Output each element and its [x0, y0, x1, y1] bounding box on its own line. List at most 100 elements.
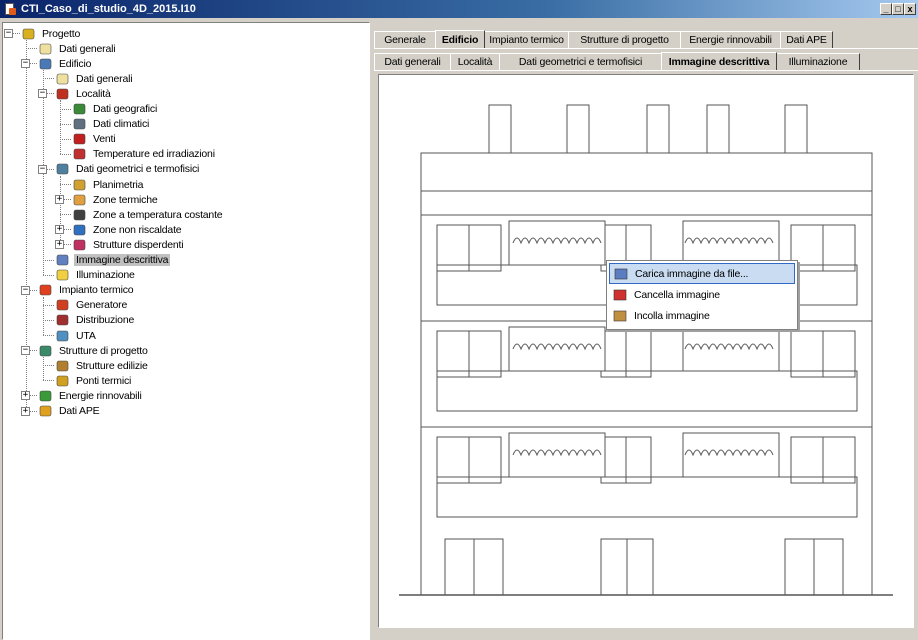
bridge-icon	[55, 374, 71, 388]
tree-item-label: Zone non riscaldate	[93, 223, 182, 236]
generator-icon	[55, 298, 71, 312]
tree-item-label: Illuminazione	[76, 269, 135, 282]
tree-item-temperature[interactable]: Temperature ed irradiazioni	[72, 147, 217, 162]
tree-item-label: Località	[76, 87, 111, 100]
facade-top-band	[420, 152, 873, 192]
tree-item-progetto[interactable]: Progetto	[21, 26, 82, 41]
tree-item-uta[interactable]: UTA	[55, 328, 98, 343]
tree-item-impianto-termico[interactable]: Impianto termico	[38, 283, 135, 298]
fan-icon	[55, 329, 71, 343]
tree-item-label: Strutture di progetto	[59, 344, 148, 357]
tree-item-localita[interactable]: Località	[55, 86, 113, 101]
tab-illuminazione[interactable]: Illuminazione	[776, 53, 860, 70]
tab-dati-geometrici-e-termofisici[interactable]: Dati geometrici e termofisici	[499, 53, 662, 70]
tab-impianto-termico[interactable]: Impianto termico	[484, 31, 569, 48]
snowflake-icon	[72, 223, 88, 237]
tree-expander[interactable]: +	[21, 391, 30, 401]
tree-expander[interactable]: −	[21, 59, 30, 69]
image-context-menu: Carica immagine da file... Cancella immag…	[606, 260, 798, 330]
tree-expander[interactable]: −	[21, 346, 30, 356]
tree-item-label: Temperature ed irradiazioni	[93, 148, 215, 161]
menu-item-delete-image[interactable]: Cancella immagine	[609, 284, 795, 305]
tree-item-label: Progetto	[42, 27, 81, 40]
tree-item-generatore[interactable]: Generatore	[55, 298, 129, 313]
gear-icon	[21, 27, 37, 41]
tree-expander[interactable]: −	[38, 89, 47, 99]
tree-item-dati-geometrici[interactable]: Dati geometrici e termofisici	[55, 162, 201, 177]
tree-item-label: UTA	[76, 329, 96, 342]
menu-item-load-image[interactable]: Carica immagine da file...	[609, 263, 795, 284]
tree-item-zone-temp-costante[interactable]: Zone a temperatura costante	[72, 207, 224, 222]
tree-item-planimetria[interactable]: Planimetria	[72, 177, 145, 192]
menu-item-label: Incolla immagine	[634, 309, 710, 322]
tree-item-dati-ape[interactable]: Dati APE	[38, 404, 101, 419]
tree-expander[interactable]: +	[55, 225, 64, 235]
tree-item-venti[interactable]: Venti	[72, 132, 117, 147]
tree-item-dati-climatici[interactable]: Dati climatici	[72, 117, 151, 132]
tree-item-dati-geografici[interactable]: Dati geografici	[72, 102, 159, 117]
minimize-button[interactable]: _	[880, 3, 892, 15]
tree-item-dati-generali-prog[interactable]: Dati generali	[38, 41, 117, 56]
window-title: CTI_Caso_di_studio_4D_2015.I10	[21, 3, 196, 15]
tree-item-distribuzione[interactable]: Distribuzione	[55, 313, 136, 328]
tree-icon	[38, 389, 54, 403]
tree-item-strutture-disperdenti[interactable]: Strutture disperdenti	[72, 237, 185, 252]
tree-item-label: Zone termiche	[93, 193, 158, 206]
tree-item-ponti-termici[interactable]: Ponti termici	[55, 373, 133, 388]
distribution-icon	[55, 313, 71, 327]
tree-item-label: Impianto termico	[59, 284, 134, 297]
project-tree[interactable]: Progetto − Dati generali Edificio − Dati gene…	[2, 22, 370, 640]
tree-item-label: Dati climatici	[93, 118, 150, 131]
document-icon	[55, 72, 71, 86]
tree-expander[interactable]: −	[4, 29, 13, 38]
tab-edificio[interactable]: Edificio	[435, 30, 485, 48]
tree-item-edificio[interactable]: Edificio	[38, 56, 93, 71]
zone-icon	[72, 193, 88, 207]
document-icon	[38, 42, 54, 56]
status-strip	[374, 628, 918, 640]
tab-generale[interactable]: Generale	[374, 31, 436, 48]
tree-expander[interactable]: −	[21, 285, 30, 295]
tab-dati-generali[interactable]: Dati generali	[374, 53, 451, 70]
tree-item-label: Ponti termici	[76, 374, 132, 387]
tree-expander[interactable]: +	[21, 406, 30, 416]
main-tabs: Generale Edificio Impianto termico Struttur…	[374, 30, 833, 48]
close-button[interactable]: x	[904, 3, 916, 15]
tree-item-label: Dati geometrici e termofisici	[76, 163, 200, 176]
tab-strutture-di-progetto[interactable]: Strutture di progetto	[568, 31, 681, 48]
menu-item-paste-image[interactable]: Incolla immagine	[609, 305, 795, 326]
tree-item-dati-generali-edif[interactable]: Dati generali	[55, 71, 134, 86]
tree-item-energie-rinnovabili[interactable]: Energie rinnovabili	[38, 388, 144, 403]
paste-image-icon	[613, 309, 627, 323]
tree-item-label: Strutture disperdenti	[93, 238, 184, 251]
tree-expander[interactable]: +	[55, 240, 64, 250]
location-icon	[55, 87, 71, 101]
tree-item-zone-termiche[interactable]: Zone termiche	[72, 192, 160, 207]
tree-item-label: Zone a temperatura costante	[93, 208, 223, 221]
delete-image-icon	[613, 288, 627, 302]
tree-expander[interactable]: −	[38, 164, 47, 174]
details-panel: Generale Edificio Impianto termico Struttur…	[374, 22, 918, 640]
geometry-icon	[55, 162, 71, 176]
tree-item-illuminazione[interactable]: Illuminazione	[55, 268, 137, 283]
tree-item-zone-non-riscaldate[interactable]: Zone non riscaldate	[72, 222, 183, 237]
tab-energie-rinnovabili[interactable]: Energie rinnovabili	[680, 31, 781, 48]
tree-item-strutture-progetto[interactable]: Strutture di progetto	[38, 343, 150, 358]
maximize-button[interactable]: □	[892, 3, 904, 15]
tree-item-label: Generatore	[76, 299, 128, 312]
tree-item-immagine-descrittiva[interactable]: Immagine descrittiva	[55, 253, 171, 268]
tab-localit-[interactable]: Località	[450, 53, 500, 70]
tree-item-label: Dati APE	[59, 405, 100, 417]
menu-item-label: Carica immagine da file...	[635, 267, 749, 280]
tree-item-label: Distribuzione	[76, 314, 135, 327]
tab-dati-ape[interactable]: Dati APE	[780, 31, 833, 48]
tab-immagine-descrittiva[interactable]: Immagine descrittiva	[661, 52, 777, 70]
thermometer-icon	[72, 147, 88, 161]
image-canvas[interactable]	[378, 74, 914, 628]
load-image-icon	[614, 267, 628, 281]
tree-item-strutture-edilizie[interactable]: Strutture edilizie	[55, 358, 150, 373]
tree-item-label: Planimetria	[93, 178, 144, 191]
zone-constant-icon	[72, 208, 88, 222]
tree-item-label: Dati geografici	[93, 103, 158, 115]
tree-expander[interactable]: +	[55, 195, 64, 205]
